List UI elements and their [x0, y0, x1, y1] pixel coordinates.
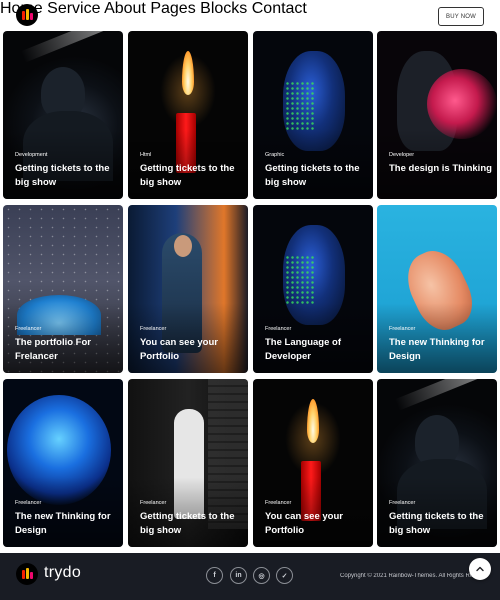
instagram-icon[interactable]: ◎: [253, 567, 270, 584]
linkedin-icon[interactable]: in: [230, 567, 247, 584]
card-category: Freelancer: [15, 500, 42, 506]
card-category: Freelancer: [389, 500, 416, 506]
logo-bar-pink: [30, 13, 33, 20]
light-beam: [394, 379, 497, 411]
chevron-up-icon: [476, 566, 484, 572]
card-title[interactable]: The portfolio For Frelancer: [15, 336, 119, 364]
nav-about[interactable]: About: [104, 0, 146, 17]
footer-brand-name[interactable]: trydo: [44, 564, 81, 582]
card-category: Html: [140, 152, 152, 158]
card-title[interactable]: Getting tickets to the big show: [140, 162, 244, 190]
logo-bar-yellow: [26, 568, 29, 579]
nav-blocks[interactable]: Blocks: [200, 0, 247, 17]
portfolio-card[interactable]: Freelancer You can see your Portfolio: [128, 205, 248, 373]
portfolio-card[interactable]: Freelancer Getting tickets to the big sh…: [377, 379, 497, 547]
footer-logo[interactable]: [16, 563, 38, 585]
logo-bar-yellow: [26, 9, 29, 20]
card-title[interactable]: The design is Thinking: [389, 162, 493, 176]
neon-dots: [285, 255, 315, 305]
portfolio-card[interactable]: Freelancer You can see your Portfolio: [253, 379, 373, 547]
neon-dots: [285, 81, 315, 131]
back-to-top-button[interactable]: [469, 558, 491, 580]
light-beam: [20, 31, 123, 63]
portfolio-card[interactable]: Freelancer The new Thinking for Design: [3, 379, 123, 547]
facebook-icon[interactable]: f: [206, 567, 223, 584]
nav-service[interactable]: Service: [47, 0, 100, 17]
card-category: Development: [15, 152, 48, 158]
card-title[interactable]: Getting tickets to the big show: [140, 510, 244, 538]
portfolio-card[interactable]: Development Getting tickets to the big s…: [3, 31, 123, 199]
card-title[interactable]: The Language of Developer: [265, 336, 369, 364]
card-category: Freelancer: [140, 500, 167, 506]
portfolio-card[interactable]: Html Getting tickets to the big show: [128, 31, 248, 199]
man-head: [174, 235, 192, 257]
nav-pages[interactable]: Pages: [150, 0, 195, 17]
card-category: Freelancer: [265, 500, 292, 506]
card-category: Developer: [389, 152, 415, 158]
portfolio-card[interactable]: Graphic Getting tickets to the big show: [253, 31, 373, 199]
site-header: Home Service About Pages Blocks Contact …: [0, 0, 500, 30]
logo-bar-red: [22, 570, 25, 579]
portfolio-card[interactable]: Developer The design is Thinking: [377, 31, 497, 199]
card-title[interactable]: The new Thinking for Design: [15, 510, 119, 538]
brand-logo[interactable]: [16, 4, 38, 26]
portfolio-card[interactable]: Freelancer The new Thinking for Design: [377, 205, 497, 373]
card-title[interactable]: Getting tickets to the big show: [389, 510, 493, 538]
card-category: Freelancer: [15, 326, 42, 332]
buy-now-button[interactable]: BUY NOW: [438, 7, 484, 26]
card-title[interactable]: The new Thinking for Design: [389, 336, 493, 364]
portfolio-card[interactable]: Freelancer The Language of Developer: [253, 205, 373, 373]
card-category: Freelancer: [389, 326, 416, 332]
logo-bar-red: [22, 11, 25, 20]
card-title[interactable]: Getting tickets to the big show: [15, 162, 119, 190]
card-title[interactable]: You can see your Portfolio: [265, 510, 369, 538]
card-title[interactable]: Getting tickets to the big show: [265, 162, 369, 190]
card-category: Freelancer: [140, 326, 167, 332]
logo-bar-pink: [30, 572, 33, 579]
card-category: Graphic: [265, 152, 285, 158]
twitter-icon[interactable]: ✓: [276, 567, 293, 584]
nav-contact[interactable]: Contact: [252, 0, 307, 17]
portfolio-card[interactable]: Freelancer Getting tickets to the big sh…: [128, 379, 248, 547]
card-category: Freelancer: [265, 326, 292, 332]
copyright-text: Copyright © 2021 Rainbow-Themes. All Rig…: [340, 573, 474, 579]
card-title[interactable]: You can see your Portfolio: [140, 336, 244, 364]
portfolio-card[interactable]: Freelancer The portfolio For Frelancer: [3, 205, 123, 373]
